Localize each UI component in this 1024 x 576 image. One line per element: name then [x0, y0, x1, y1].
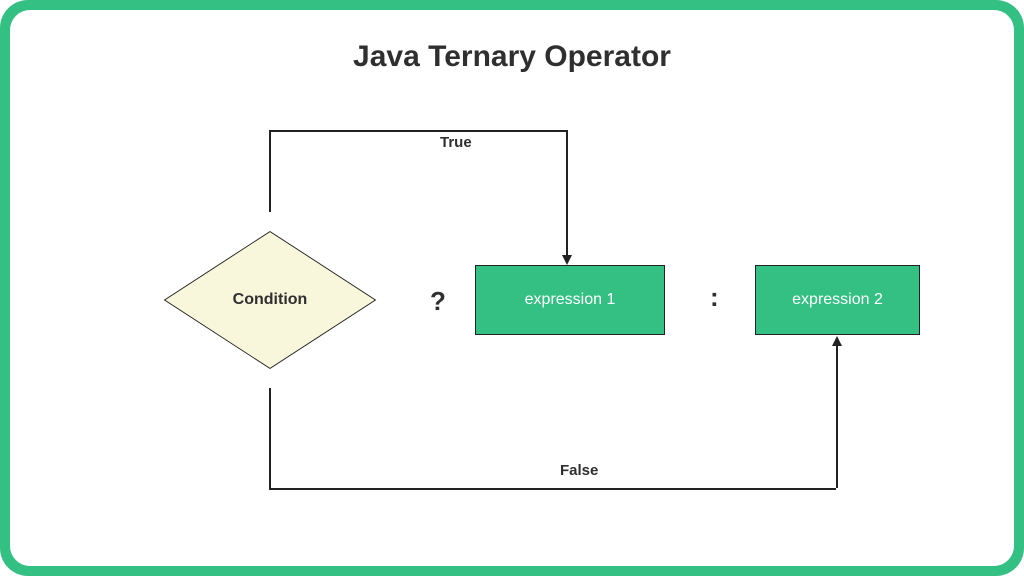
expression-1-label: expression 1 — [525, 291, 616, 309]
colon-symbol: : — [710, 282, 719, 313]
false-edge-label: False — [560, 462, 598, 479]
diagram-canvas: Java Ternary Operator Condition ? expres… — [10, 10, 1014, 566]
true-arrowhead-icon — [562, 255, 572, 265]
false-connector-segment — [836, 345, 838, 488]
expression-2-label: expression 2 — [792, 291, 883, 309]
true-edge-label: True — [440, 134, 472, 151]
page-title: Java Ternary Operator — [10, 40, 1014, 74]
expression-2-box: expression 2 — [755, 265, 920, 335]
true-connector-segment — [269, 130, 271, 212]
outer-frame: Java Ternary Operator Condition ? expres… — [0, 0, 1024, 576]
question-mark-symbol: ? — [430, 286, 446, 317]
true-connector-segment — [269, 130, 566, 132]
expression-1-box: expression 1 — [475, 265, 665, 335]
false-connector-segment — [269, 388, 271, 488]
false-connector-segment — [269, 488, 836, 490]
condition-node: Condition — [155, 210, 385, 390]
condition-label: Condition — [155, 210, 385, 390]
true-connector-segment — [566, 130, 568, 256]
false-arrowhead-icon — [832, 336, 842, 346]
